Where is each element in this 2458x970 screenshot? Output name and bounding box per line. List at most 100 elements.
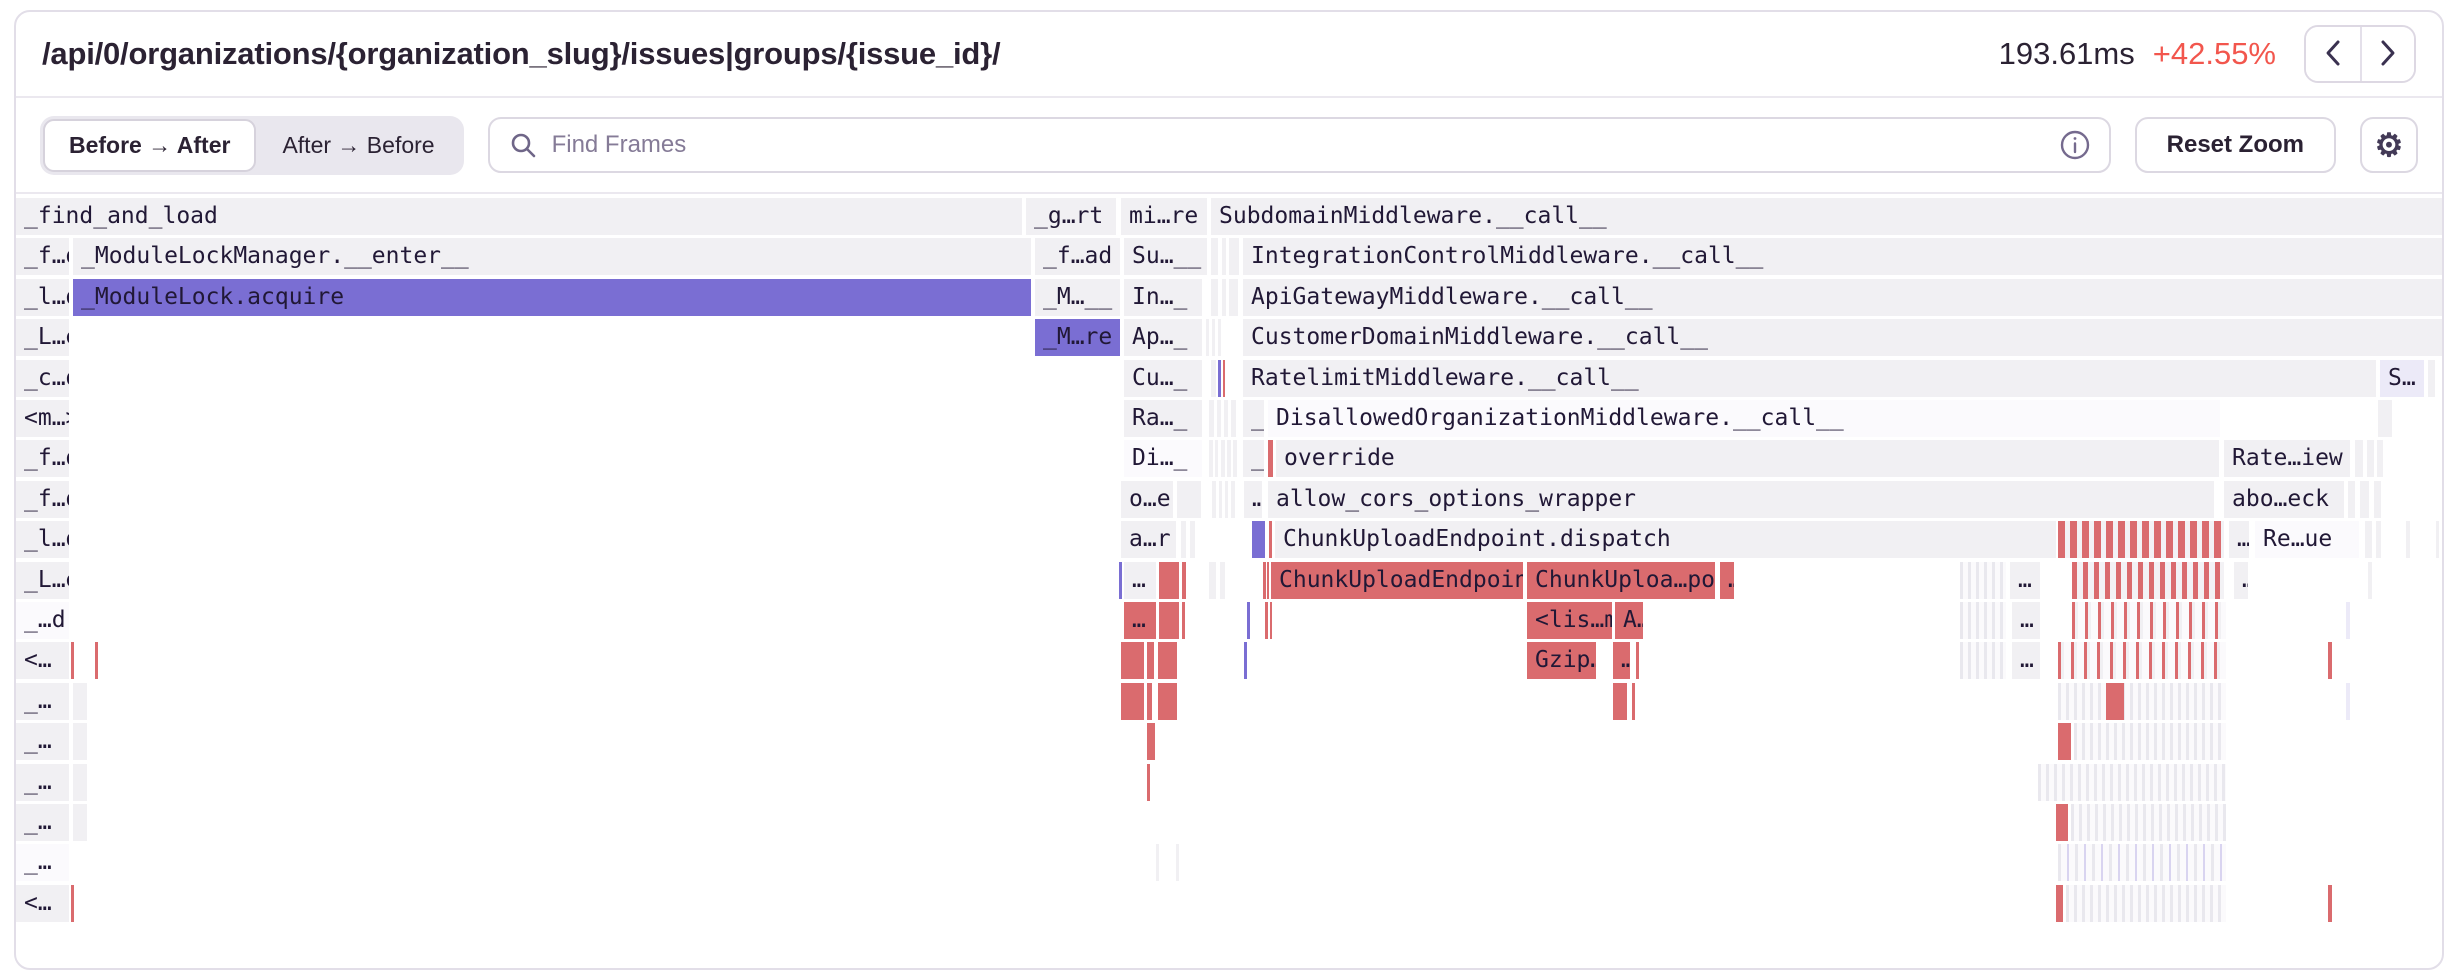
flame-frame[interactable]: Ra…_ — [1124, 400, 1202, 437]
flame-frame-sliver[interactable] — [1219, 481, 1222, 518]
flame-frame-sliver[interactable] — [1960, 642, 2006, 679]
flame-frame-sliver[interactable] — [1252, 521, 1265, 558]
flame-frame-sliver[interactable] — [2406, 521, 2410, 558]
flame-frame-sliver[interactable] — [1121, 683, 1144, 720]
flame-frame-sliver[interactable] — [1229, 238, 1239, 275]
flame-frame-sliver[interactable] — [2367, 440, 2374, 477]
flame-frame-sliver[interactable] — [2360, 481, 2369, 518]
flame-frame[interactable]: _g…rt — [1026, 198, 1116, 235]
flame-frame[interactable]: A… — [1615, 602, 1643, 639]
flame-frame-sliver[interactable] — [1265, 602, 1268, 639]
flame-frame-sliver[interactable] — [1215, 440, 1218, 477]
flame-frame-sliver[interactable] — [2377, 440, 2383, 477]
flame-frame-sliver[interactable] — [1218, 319, 1221, 356]
flame-frame[interactable]: Gzip…t__ — [1527, 642, 1596, 679]
flame-frame-sliver[interactable] — [1209, 562, 1216, 599]
segment-after-before[interactable]: After → Before — [256, 119, 460, 172]
previous-button[interactable] — [2306, 27, 2360, 81]
flame-frame-sliver[interactable] — [2376, 521, 2381, 558]
flame-frame-sliver[interactable] — [1960, 562, 2006, 599]
flame-frame-sliver[interactable] — [2058, 723, 2071, 760]
flame-frame-sliver[interactable] — [1632, 683, 1635, 720]
flame-frame[interactable]: _… — [16, 804, 69, 841]
flame-frame[interactable]: _ModuleLock.acquire — [73, 279, 1031, 316]
flame-frame-sliver[interactable] — [1613, 683, 1627, 720]
flame-frame-sliver[interactable] — [1181, 521, 1186, 558]
flame-frame-sliver[interactable] — [1233, 440, 1237, 477]
flame-frame-sliver[interactable] — [1156, 844, 1159, 881]
flame-frame-sliver[interactable] — [1231, 481, 1235, 518]
flame-frame[interactable]: _l…d — [16, 521, 69, 558]
flame-frame-sliver[interactable] — [1217, 400, 1221, 437]
flame-frame[interactable]: _… — [16, 683, 69, 720]
flame-frame[interactable]: S… — [2380, 360, 2424, 397]
flame-frame[interactable]: … — [1244, 481, 1262, 518]
flame-frame[interactable]: <lis…mp> — [1527, 602, 1612, 639]
flame-frame[interactable]: _find_and_load — [16, 198, 1022, 235]
flame-frame-sliver[interactable] — [1176, 844, 1179, 881]
search-input[interactable] — [552, 131, 2045, 159]
flame-frame-sliver[interactable] — [1159, 602, 1179, 639]
flame-frame[interactable]: Cu…_ — [1124, 360, 1202, 397]
flame-frame-sliver[interactable] — [1247, 602, 1250, 639]
flame-frame-sliver[interactable] — [1211, 279, 1218, 316]
flame-frame-sliver[interactable] — [1212, 319, 1215, 356]
flame-frame-sliver[interactable] — [73, 764, 87, 801]
flame-frame[interactable]: Rate…iew — [2224, 440, 2350, 477]
flame-frame-sliver[interactable] — [1147, 683, 1152, 720]
flame-frame-sliver[interactable] — [2058, 844, 2226, 881]
flame-frame[interactable]: _f…d — [16, 238, 69, 275]
flame-frame[interactable]: SubdomainMiddleware.__call__ — [1211, 198, 2442, 235]
flame-frame[interactable]: Di…_ — [1124, 440, 1202, 477]
flame-frame-sliver[interactable] — [2348, 481, 2355, 518]
flame-frame-sliver[interactable] — [1119, 562, 1122, 599]
flame-frame-sliver[interactable] — [1263, 562, 1266, 599]
flame-frame-sliver[interactable] — [1229, 279, 1238, 316]
flame-frame-sliver[interactable] — [2058, 642, 2226, 679]
flame-frame-sliver[interactable] — [2056, 885, 2063, 922]
flame-frame-sliver[interactable] — [1182, 562, 1186, 599]
flame-frame[interactable]: … — [2229, 521, 2249, 558]
flame-frame[interactable]: _f…d — [16, 481, 69, 518]
flame-frame[interactable]: override — [1276, 440, 2219, 477]
flame-frame[interactable]: _…d — [16, 602, 69, 639]
flame-frame-sliver[interactable] — [1221, 440, 1225, 477]
flame-frame-sliver[interactable] — [1224, 400, 1228, 437]
flame-frame-sliver[interactable] — [1636, 642, 1639, 679]
flame-frame[interactable]: <… — [16, 642, 69, 679]
flame-frame-sliver[interactable] — [1268, 440, 1273, 477]
flame-frame-sliver[interactable] — [1269, 521, 1272, 558]
flame-frame[interactable]: _f…ad — [1035, 238, 1120, 275]
flame-frame-sliver[interactable] — [2066, 885, 2226, 922]
flame-frame[interactable]: mi…re — [1121, 198, 1207, 235]
flame-frame[interactable]: ApiGatewayMiddleware.__call__ — [1243, 279, 2442, 316]
flame-frame-sliver[interactable] — [2436, 521, 2439, 558]
flame-frame-sliver[interactable] — [2328, 642, 2332, 679]
flame-frame-sliver[interactable] — [73, 804, 87, 841]
flame-frame[interactable]: <m…> — [16, 400, 69, 437]
flame-frame-sliver[interactable] — [73, 683, 87, 720]
flame-frame[interactable]: _ModuleLockManager.__enter__ — [73, 238, 1031, 275]
flame-frame[interactable]: … — [1124, 602, 1156, 639]
flame-frame[interactable]: _M…re — [1035, 319, 1120, 356]
flame-frame-sliver[interactable] — [1158, 642, 1177, 679]
flame-frame-sliver[interactable] — [2056, 804, 2068, 841]
flame-frame[interactable]: … — [2012, 642, 2040, 679]
flame-frame[interactable]: abo…eck — [2224, 481, 2344, 518]
flame-frame-sliver[interactable] — [1211, 360, 1216, 397]
flame-frame-sliver[interactable] — [1158, 683, 1177, 720]
flame-frame-sliver[interactable] — [2074, 723, 2226, 760]
flame-frame-sliver[interactable] — [2346, 602, 2350, 639]
flame-frame[interactable]: _c…d — [16, 360, 69, 397]
next-button[interactable] — [2360, 27, 2414, 81]
flame-frame[interactable]: Ap…_ — [1124, 319, 1202, 356]
flame-frame-sliver[interactable] — [1206, 319, 1209, 356]
flame-frame-sliver[interactable] — [1270, 602, 1272, 639]
flame-frame[interactable]: _… — [16, 764, 69, 801]
flame-frame[interactable]: _L…e — [16, 319, 69, 356]
flame-frame[interactable]: _… — [1243, 440, 1264, 477]
flame-frame[interactable]: ChunkUploa…point.post — [1527, 562, 1715, 599]
flame-frame-sliver[interactable] — [1212, 481, 1216, 518]
flame-frame-sliver[interactable] — [2328, 885, 2332, 922]
flame-frame-sliver[interactable] — [1227, 440, 1231, 477]
